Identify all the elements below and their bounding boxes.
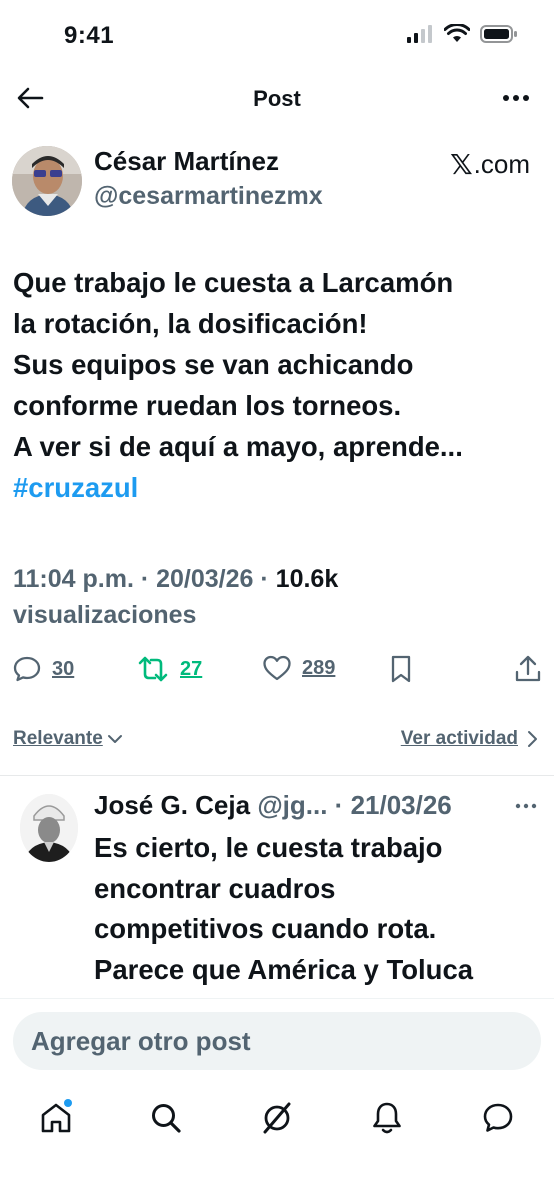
post-meta: 11:04 p.m. · 20/03/26 · 10.6k visualizac… — [13, 561, 533, 633]
reply-compose-input[interactable]: Agregar otro post — [13, 1012, 541, 1070]
view-activity-link[interactable]: Ver actividad — [401, 728, 538, 750]
bookmark-button[interactable] — [389, 654, 413, 684]
reply-line: competitivos cuando rota. — [94, 913, 437, 944]
reply-more-button[interactable] — [512, 794, 540, 818]
bottom-navigation — [0, 1080, 554, 1199]
reply-separator: · — [327, 790, 351, 820]
repost-icon — [138, 656, 168, 682]
compose-bar: Agregar otro post — [0, 998, 554, 1078]
reply-icon — [13, 656, 41, 682]
chevron-right-icon — [528, 731, 537, 747]
heart-icon — [263, 655, 291, 681]
back-button[interactable] — [14, 82, 46, 114]
reply-line: Parece que América y Toluca — [94, 953, 474, 985]
post-time: 11:04 p.m. — [13, 565, 134, 593]
post-line: A ver si de aquí a mayo, aprende... — [13, 431, 463, 462]
view-activity-label: Ver actividad — [400, 728, 518, 749]
like-button[interactable]: 289 — [262, 654, 335, 682]
grok-icon — [263, 1102, 291, 1134]
reply-line: irán por Copas. Tigres, tengo — [94, 990, 544, 998]
nav-home[interactable] — [34, 1096, 78, 1140]
bookmark-icon — [391, 655, 411, 683]
post-line: la rotación, la dosificación! — [13, 308, 368, 339]
share-button[interactable] — [514, 654, 542, 684]
post-line: conforme ruedan los torneos. — [13, 390, 402, 421]
hashtag-link[interactable]: #cruzazul — [13, 467, 543, 508]
views-label[interactable]: visualizaciones — [13, 601, 196, 629]
nav-search[interactable] — [144, 1096, 188, 1140]
reply-body: Es cierto, le cuesta trabajo encontrar c… — [94, 828, 544, 998]
more-horizontal-icon — [515, 803, 537, 809]
views-count[interactable]: 10.6k — [276, 565, 339, 593]
reply-line: encontrar cuadros — [94, 872, 336, 904]
cellular-signal-icon — [406, 24, 434, 49]
reply-avatar[interactable] — [20, 794, 78, 862]
nav-grok[interactable] — [255, 1096, 299, 1140]
nav-notifications[interactable] — [365, 1096, 409, 1140]
post-line: Sus equipos se van achicando — [13, 349, 414, 380]
notifications-icon — [373, 1102, 401, 1134]
status-time: 9:41 — [64, 22, 115, 49]
battery-icon — [480, 24, 518, 49]
share-icon — [515, 655, 541, 682]
reply-date: 21/03/26 — [350, 790, 452, 820]
reply-author-name[interactable]: José G. Ceja — [94, 790, 250, 820]
x-com-suffix: .com — [473, 149, 530, 179]
like-count: 289 — [302, 656, 336, 679]
wifi-icon — [443, 23, 471, 49]
search-icon — [152, 1104, 181, 1133]
x-logo-icon: 𝕏 — [450, 149, 473, 180]
post-date: 20/03/26 — [156, 565, 254, 593]
reply-count: 30 — [52, 657, 75, 680]
unread-dot — [64, 1099, 72, 1107]
compose-placeholder: Agregar otro post — [31, 1026, 251, 1056]
x-com-watermark: 𝕏 .com — [450, 148, 530, 181]
repost-button[interactable]: 27 — [136, 654, 202, 684]
author-name[interactable]: César Martínez — [94, 146, 279, 177]
meta-separator: · — [133, 565, 157, 593]
reply-line: Es cierto, le cuesta trabajo — [94, 832, 443, 863]
top-header: Post — [0, 72, 554, 128]
sort-label: Relevante — [13, 728, 103, 749]
status-icons — [406, 23, 518, 49]
post-line: Que trabajo le cuesta a Larcamón — [13, 267, 454, 298]
reply-author-handle[interactable]: @jg... — [257, 790, 327, 820]
page-title: Post — [253, 86, 301, 111]
chevron-down-icon — [107, 735, 122, 743]
reply-button[interactable]: 30 — [12, 654, 74, 684]
status-bar: 9:41 — [0, 0, 554, 72]
author-avatar[interactable] — [12, 146, 82, 216]
author-handle[interactable]: @cesarmartinezmx — [94, 182, 323, 211]
repost-count: 27 — [180, 657, 203, 680]
reply-item[interactable]: José G. Ceja @jg... · 21/03/26 Es cierto… — [0, 776, 554, 998]
sort-dropdown[interactable]: Relevante — [13, 728, 123, 750]
messages-icon — [483, 1103, 513, 1132]
post-author: César Martínez @cesarmartinezmx 𝕏 .com — [12, 146, 542, 218]
replies-filter-bar: Relevante Ver actividad — [13, 728, 538, 756]
arrow-left-icon — [17, 87, 44, 109]
meta-separator: · — [253, 565, 276, 593]
post-actions: 30 27 289 — [12, 654, 542, 694]
more-horizontal-icon — [503, 95, 529, 101]
post-body: Que trabajo le cuesta a Larcamón la rota… — [13, 262, 543, 508]
reply-header: José G. Ceja @jg... · 21/03/26 — [94, 790, 452, 821]
nav-messages[interactable] — [476, 1096, 520, 1140]
more-options-button[interactable] — [500, 84, 532, 112]
